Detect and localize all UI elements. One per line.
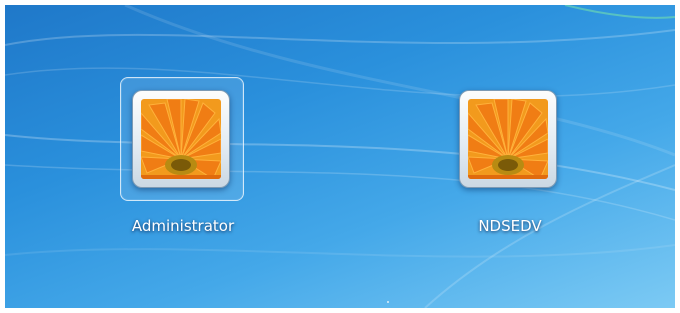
user-picture-frame[interactable]	[132, 90, 230, 188]
user-picture-frame[interactable]	[459, 90, 557, 188]
orange-flower-picture	[141, 99, 221, 179]
user-name-administrator[interactable]: Administrator	[88, 217, 278, 235]
logon-screen: Administrator NDSEDV	[5, 5, 675, 308]
user-tile-ndsedv[interactable]: NDSEDV	[435, 65, 585, 235]
background-speck	[387, 301, 389, 303]
user-name-ndsedv[interactable]: NDSEDV	[415, 217, 605, 235]
orange-flower-picture	[468, 99, 548, 179]
user-tile-administrator[interactable]: Administrator	[108, 65, 258, 235]
